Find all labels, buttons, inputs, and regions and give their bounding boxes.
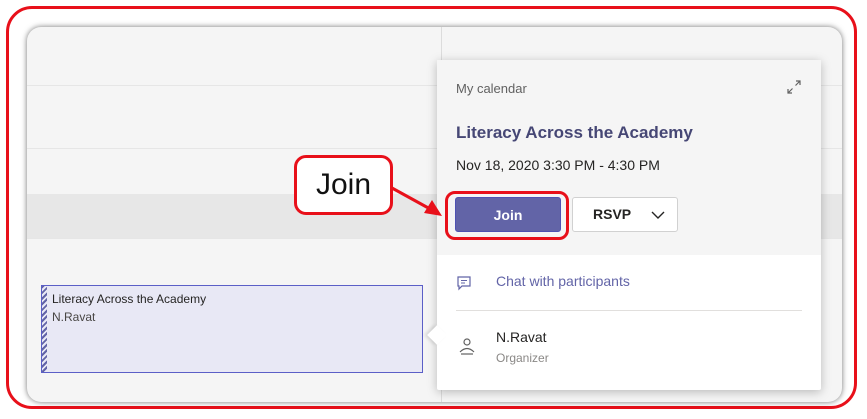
event-title: Literacy Across the Academy <box>52 292 207 306</box>
teams-calendar-view: Literacy Across the Academy N.Ravat My c… <box>27 27 842 402</box>
organizer-name: N.Ravat <box>496 329 547 345</box>
expand-icon[interactable] <box>785 78 803 96</box>
calendar-label: My calendar <box>456 81 527 96</box>
rsvp-label: RSVP <box>593 206 632 222</box>
person-icon <box>459 338 475 355</box>
join-callout: Join <box>294 155 393 215</box>
chevron-down-icon <box>651 211 665 219</box>
meeting-datetime: Nov 18, 2020 3:30 PM - 4:30 PM <box>456 157 660 173</box>
event-organizer: N.Ravat <box>52 310 96 324</box>
popup-divider <box>456 310 802 311</box>
organizer-role: Organizer <box>496 351 549 365</box>
popup-caret <box>427 325 447 345</box>
chat-icon <box>457 276 471 291</box>
event-stripe <box>42 286 47 372</box>
meeting-title: Literacy Across the Academy <box>456 123 693 142</box>
chat-label: Chat with participants <box>496 273 630 289</box>
calendar-event-block[interactable]: Literacy Across the Academy N.Ravat <box>41 285 423 373</box>
join-highlight-ring <box>445 191 569 240</box>
rsvp-button[interactable]: RSVP <box>572 197 678 232</box>
